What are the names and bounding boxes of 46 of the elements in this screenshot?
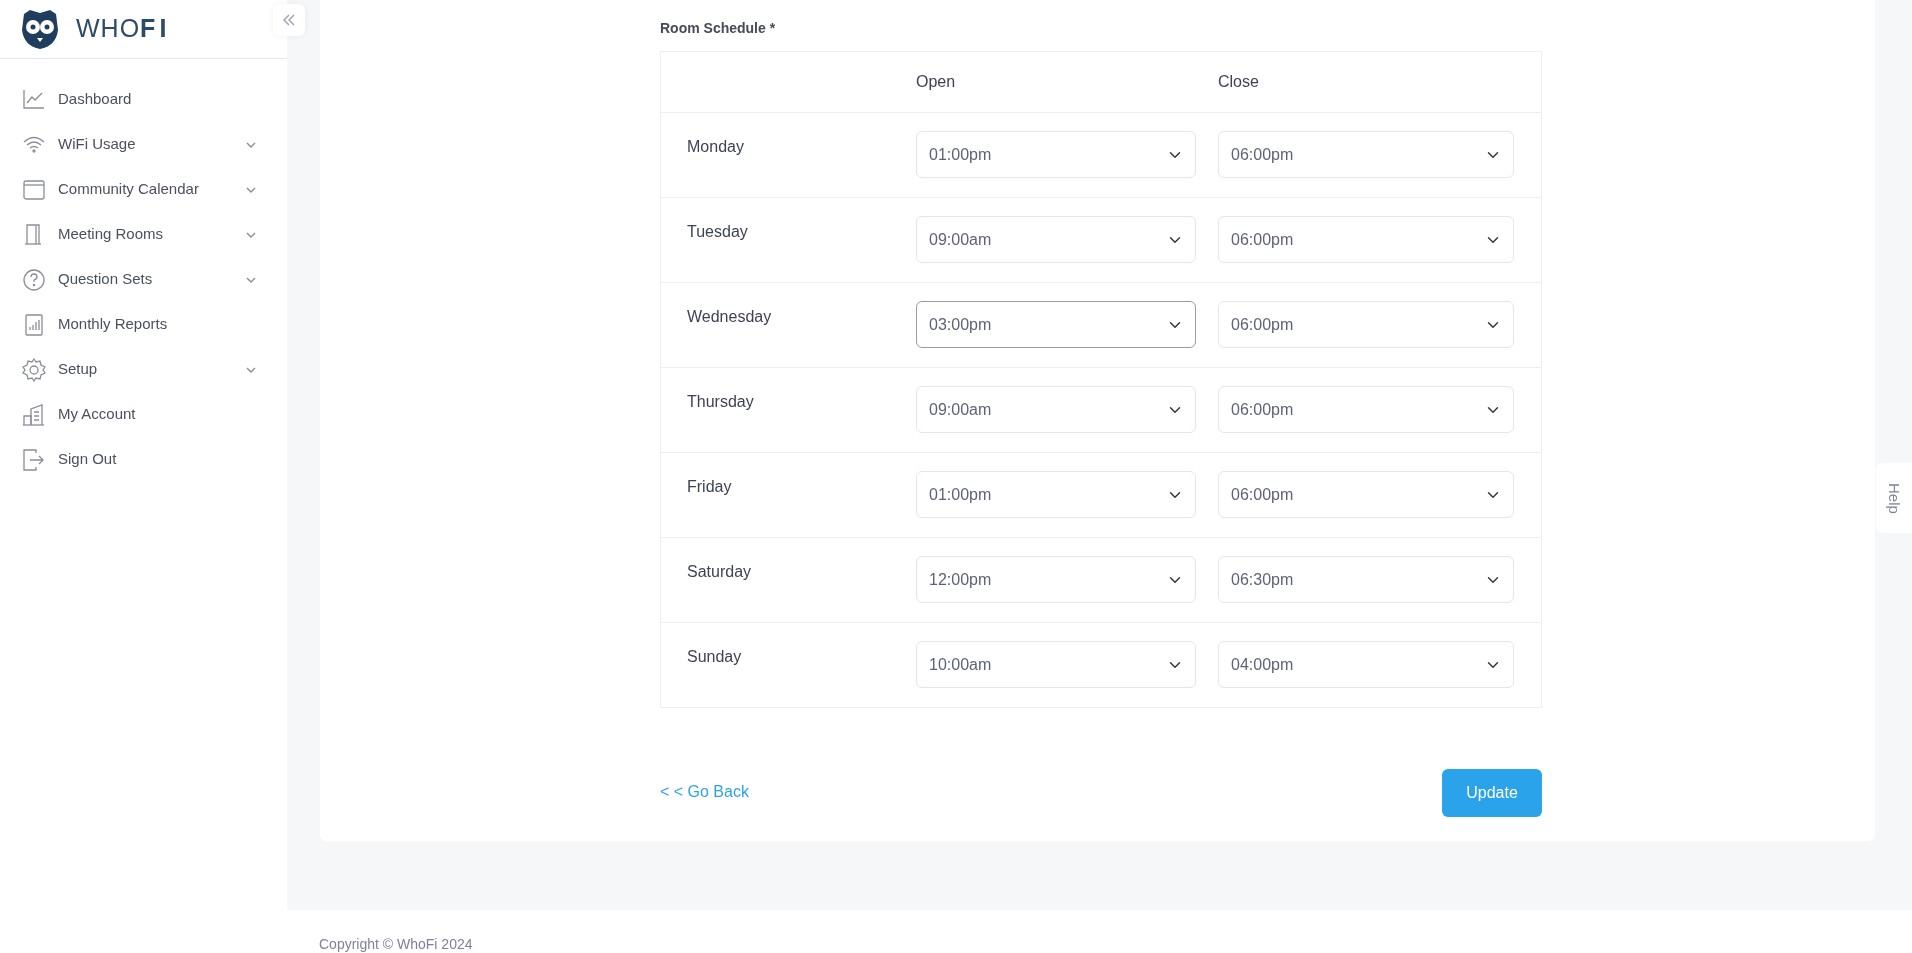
time-select[interactable]: 01:00pm bbox=[916, 131, 1196, 178]
collapse-sidebar-button[interactable] bbox=[273, 4, 305, 36]
time-select[interactable]: 06:30pm bbox=[1218, 556, 1514, 603]
time-select[interactable]: 06:00pm bbox=[1218, 471, 1514, 518]
sidebar-item[interactable]: Setup bbox=[0, 347, 287, 392]
sidebar-item[interactable]: Dashboard bbox=[0, 77, 287, 122]
day-label: Saturday bbox=[687, 562, 753, 582]
sidebar-item[interactable]: Sign Out bbox=[0, 437, 287, 482]
time-select[interactable]: 04:00pm bbox=[1218, 641, 1514, 688]
sidebar-item[interactable]: WiFi Usage bbox=[0, 122, 287, 167]
day-label: Monday bbox=[687, 137, 745, 157]
owl-logo-icon bbox=[20, 8, 60, 50]
calendar-icon bbox=[22, 177, 46, 202]
time-select[interactable]: 09:00am bbox=[916, 386, 1196, 433]
day-label: Tuesday bbox=[687, 222, 749, 242]
time-select[interactable]: 03:00pm bbox=[916, 301, 1196, 348]
day-label: Wednesday bbox=[687, 307, 773, 327]
gear-icon bbox=[22, 357, 46, 382]
help-tab[interactable]: Help bbox=[1876, 463, 1912, 533]
time-select[interactable]: 06:00pm bbox=[1218, 131, 1514, 178]
sidebar-item[interactable]: Meeting Rooms bbox=[0, 212, 287, 257]
sidebar-item[interactable]: My Account bbox=[0, 392, 287, 437]
time-select[interactable]: 09:00am bbox=[916, 216, 1196, 263]
buildings-icon bbox=[22, 402, 46, 427]
copyright-text: Copyright © WhoFi 2024 bbox=[319, 936, 473, 952]
day-label: Sunday bbox=[687, 647, 743, 667]
brand-name: WHOFI bbox=[76, 13, 171, 45]
sidebar-item[interactable]: Monthly Reports bbox=[0, 302, 287, 347]
column-header: Close bbox=[1218, 72, 1260, 92]
chart-line-icon bbox=[22, 87, 46, 112]
sign-out-icon bbox=[22, 447, 46, 472]
day-label: Thursday bbox=[687, 392, 755, 412]
time-select[interactable]: 10:00am bbox=[916, 641, 1196, 688]
time-select[interactable]: 12:00pm bbox=[916, 556, 1196, 603]
time-select[interactable]: 01:00pm bbox=[916, 471, 1196, 518]
time-select[interactable]: 06:00pm bbox=[1218, 301, 1514, 348]
time-select[interactable]: 06:00pm bbox=[1218, 386, 1514, 433]
sidebar-item[interactable]: Community Calendar bbox=[0, 167, 287, 212]
time-select[interactable]: 06:00pm bbox=[1218, 216, 1514, 263]
bar-chart-icon bbox=[22, 312, 46, 337]
sidebar-item[interactable]: Question Sets bbox=[0, 257, 287, 302]
field-label: Room Schedule * bbox=[660, 19, 777, 38]
column-header: Open bbox=[916, 72, 957, 92]
day-label: Friday bbox=[687, 477, 733, 497]
question-circle-icon bbox=[22, 267, 46, 292]
double-chevron-left-icon bbox=[282, 13, 296, 27]
